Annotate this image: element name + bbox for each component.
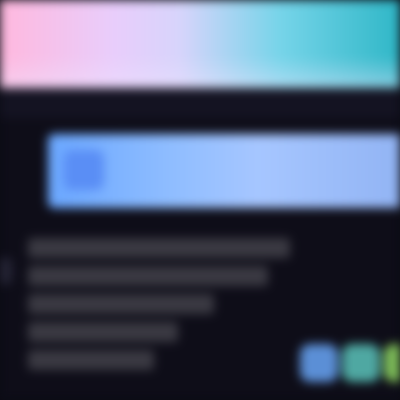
side-panel-handle[interactable] [0, 258, 12, 284]
text-line [28, 322, 178, 342]
app-icon-teal[interactable] [342, 344, 380, 382]
hero-banner[interactable] [48, 134, 400, 208]
blurred-screen [0, 0, 400, 400]
text-line [28, 238, 290, 258]
text-line [28, 294, 214, 314]
window-toolbar [0, 88, 400, 118]
app-icon-blue[interactable] [300, 344, 338, 382]
app-window [0, 88, 400, 400]
body-text-block [28, 238, 298, 378]
text-line [28, 266, 268, 286]
text-line [28, 350, 154, 370]
app-icon-green[interactable] [384, 344, 400, 382]
app-icon-row [300, 344, 400, 384]
app-icon [64, 150, 104, 190]
